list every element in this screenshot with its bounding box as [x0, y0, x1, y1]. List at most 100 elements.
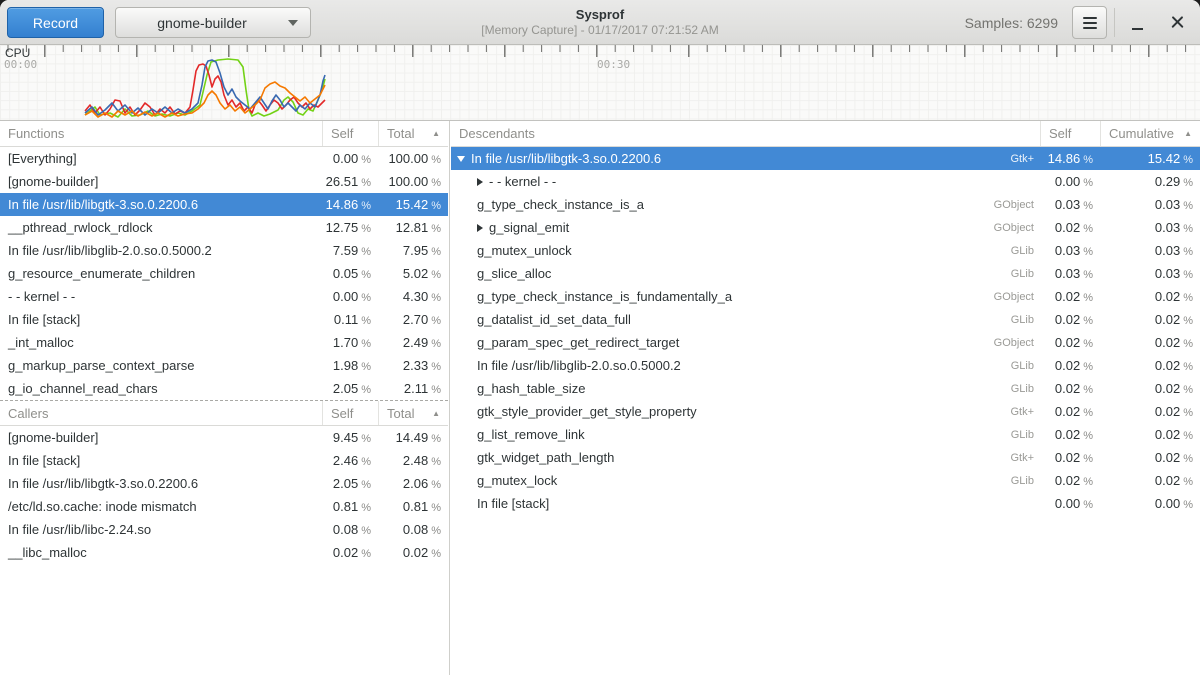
- table-row[interactable]: - - kernel - -0.00%4.30%: [0, 285, 448, 308]
- function-name: In file [stack]: [477, 496, 549, 511]
- table-row[interactable]: In file /usr/lib/libgtk-3.so.0.2200.62.0…: [0, 472, 448, 495]
- function-name: [Everything]: [0, 151, 322, 166]
- percent-sign: %: [431, 456, 441, 468]
- minimize-button[interactable]: [1120, 0, 1154, 45]
- column-header-cumulative[interactable]: Cumulative ▲: [1100, 121, 1200, 146]
- percent-sign: %: [1083, 177, 1093, 189]
- percent-sign: %: [431, 479, 441, 491]
- percent-sign: %: [1083, 453, 1093, 465]
- function-name: /etc/ld.so.cache: inode mismatch: [0, 499, 322, 514]
- table-row[interactable]: g_slice_allocGLib0.03%0.03%: [451, 262, 1200, 285]
- table-row[interactable]: gtk_style_provider_get_style_property Gtk…: [451, 400, 1200, 423]
- table-row[interactable]: [Everything]0.00%100.00%: [0, 147, 448, 170]
- function-name: In file /usr/lib/libgtk-3.so.0.2200.6: [471, 151, 661, 166]
- percent-sign: %: [361, 200, 371, 212]
- table-row[interactable]: _int_malloc1.70%2.49%: [0, 331, 448, 354]
- column-header-self[interactable]: Self: [322, 121, 378, 146]
- percent-sign: %: [1183, 246, 1193, 258]
- category-label: Gtk+: [960, 406, 1040, 418]
- chevron-down-icon: [288, 20, 298, 26]
- table-row[interactable]: In file /usr/lib/libgtk-3.so.0.2200.6Gtk…: [451, 147, 1200, 170]
- table-row[interactable]: gtk_widget_path_lengthGtk+0.02%0.02%: [451, 446, 1200, 469]
- table-row[interactable]: In file /usr/lib/libglib-2.0.so.0.5000.2…: [451, 354, 1200, 377]
- record-button[interactable]: Record: [7, 7, 104, 38]
- percent-sign: %: [1183, 407, 1193, 419]
- table-row[interactable]: g_markup_parse_context_parse1.98%2.33%: [0, 354, 448, 377]
- percent-sign: %: [361, 338, 371, 350]
- process-selector-dropdown[interactable]: gnome-builder: [115, 7, 311, 38]
- function-name: gtk_style_provider_get_style_property: [477, 404, 697, 419]
- expander-right-icon[interactable]: [477, 224, 483, 232]
- table-row[interactable]: g_io_channel_read_chars2.05%2.11%: [0, 377, 448, 400]
- table-row[interactable]: In file [stack]0.00%0.00%: [451, 492, 1200, 515]
- table-row[interactable]: In file [stack]2.46%2.48%: [0, 449, 448, 472]
- function-name: _int_malloc: [0, 335, 322, 350]
- percent-sign: %: [1183, 269, 1193, 281]
- callers-header: Callers Self Total ▲: [0, 400, 448, 426]
- table-row[interactable]: g_signal_emitGObject0.02%0.03%: [451, 216, 1200, 239]
- column-header-total[interactable]: Total ▲: [378, 401, 448, 425]
- hamburger-menu-button[interactable]: [1072, 6, 1107, 39]
- percent-sign: %: [361, 246, 371, 258]
- table-row[interactable]: g_datalist_id_set_data_fullGLib0.02%0.02…: [451, 308, 1200, 331]
- table-row[interactable]: g_type_check_instance_is_fundamentally_a…: [451, 285, 1200, 308]
- percent-sign: %: [1183, 292, 1193, 304]
- function-name: g_mutex_unlock: [477, 243, 572, 258]
- close-button[interactable]: [1160, 0, 1194, 45]
- table-row[interactable]: - - kernel - -0.00%0.29%: [451, 170, 1200, 193]
- column-header-total[interactable]: Total ▲: [378, 121, 448, 146]
- column-header-callers[interactable]: Callers: [0, 401, 322, 425]
- process-selector-value: gnome-builder: [116, 15, 288, 31]
- column-header-functions[interactable]: Functions: [0, 121, 322, 146]
- headerbar: Record gnome-builder Sysprof [Memory Cap…: [0, 0, 1200, 45]
- function-name: gtk_widget_path_length: [477, 450, 614, 465]
- percent-sign: %: [1183, 453, 1193, 465]
- category-label: GObject: [960, 291, 1040, 303]
- percent-sign: %: [431, 292, 441, 304]
- table-row[interactable]: [gnome-builder]9.45%14.49%: [0, 426, 448, 449]
- percent-sign: %: [1083, 407, 1093, 419]
- table-row[interactable]: g_list_remove_linkGLib0.02%0.02%: [451, 423, 1200, 446]
- table-row[interactable]: g_param_spec_get_redirect_targetGObject0…: [451, 331, 1200, 354]
- function-name: g_type_check_instance_is_a: [477, 197, 644, 212]
- percent-sign: %: [1183, 223, 1193, 235]
- cpu-timeline-graph[interactable]: CPU 00:00 00:30: [0, 45, 1200, 121]
- percent-sign: %: [361, 223, 371, 235]
- table-row[interactable]: g_resource_enumerate_children0.05%5.02%: [0, 262, 448, 285]
- function-name: In file /usr/lib/libc-2.24.so: [0, 522, 322, 537]
- table-row[interactable]: In file /usr/lib/libglib-2.0.so.0.5000.2…: [0, 239, 448, 262]
- table-row[interactable]: /etc/ld.so.cache: inode mismatch0.81%0.8…: [0, 495, 448, 518]
- table-row[interactable]: In file [stack]0.11%2.70%: [0, 308, 448, 331]
- category-label: Gtk+: [960, 452, 1040, 464]
- table-row[interactable]: [gnome-builder]26.51%100.00%: [0, 170, 448, 193]
- column-header-self[interactable]: Self: [322, 401, 378, 425]
- sort-ascending-icon: ▲: [426, 129, 440, 138]
- table-row[interactable]: __libc_malloc0.02%0.02%: [0, 541, 448, 564]
- table-row[interactable]: g_mutex_lockGLib0.02%0.02%: [451, 469, 1200, 492]
- left-panel: Functions Self Total ▲ [Everything]0.00%…: [0, 121, 448, 675]
- function-name: g_slice_alloc: [477, 266, 551, 281]
- percent-sign: %: [431, 269, 441, 281]
- table-row[interactable]: g_hash_table_sizeGLib0.02%0.02%: [451, 377, 1200, 400]
- percent-sign: %: [1183, 499, 1193, 511]
- sort-ascending-icon: ▲: [1178, 129, 1192, 138]
- table-row[interactable]: __pthread_rwlock_rdlock12.75%12.81%: [0, 216, 448, 239]
- function-name: g_hash_table_size: [477, 381, 585, 396]
- expander-right-icon[interactable]: [477, 178, 483, 186]
- category-label: GLib: [960, 429, 1040, 441]
- time-tick-mid: 00:30: [597, 58, 630, 71]
- percent-sign: %: [361, 502, 371, 514]
- expander-down-icon[interactable]: [457, 156, 465, 162]
- percent-sign: %: [1083, 430, 1093, 442]
- function-name: g_signal_emit: [489, 220, 569, 235]
- table-row[interactable]: g_mutex_unlockGLib0.03%0.03%: [451, 239, 1200, 262]
- function-name: g_mutex_lock: [477, 473, 557, 488]
- table-row[interactable]: In file /usr/lib/libgtk-3.so.0.2200.614.…: [0, 193, 448, 216]
- column-header-self[interactable]: Self: [1040, 121, 1100, 146]
- column-header-descendants[interactable]: Descendants: [451, 121, 1040, 146]
- table-row[interactable]: g_type_check_instance_is_aGObject0.03%0.…: [451, 193, 1200, 216]
- category-label: GLib: [960, 268, 1040, 280]
- minimize-icon: [1132, 28, 1143, 30]
- table-row[interactable]: In file /usr/lib/libc-2.24.so0.08%0.08%: [0, 518, 448, 541]
- category-label: GLib: [960, 475, 1040, 487]
